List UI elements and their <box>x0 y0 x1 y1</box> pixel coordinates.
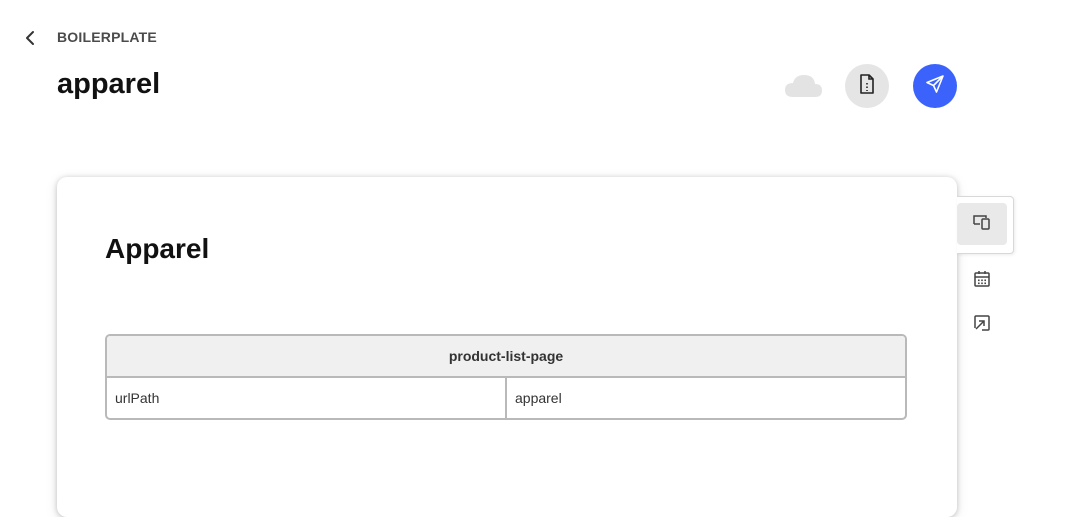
document-icon <box>858 73 876 99</box>
publish-button[interactable] <box>913 64 957 108</box>
document-editor[interactable]: Apparel product-list-page urlPath appare… <box>57 177 957 517</box>
cloud-icon <box>783 72 823 100</box>
page-title: apparel <box>57 68 161 100</box>
table-cell-key[interactable]: urlPath <box>107 378 507 418</box>
breadcrumb[interactable]: BOILERPLATE <box>57 29 157 45</box>
table-row[interactable]: urlPath apparel <box>107 378 905 418</box>
preview-button[interactable] <box>845 64 889 108</box>
calendar-icon <box>973 270 991 293</box>
document-heading[interactable]: Apparel <box>105 233 209 265</box>
calendar-button[interactable] <box>957 260 1007 302</box>
send-icon <box>925 74 945 99</box>
table-cell-value[interactable]: apparel <box>507 378 905 418</box>
back-chevron-icon[interactable] <box>22 29 40 47</box>
block-name[interactable]: product-list-page <box>107 336 905 378</box>
open-in-button[interactable] <box>957 304 1007 346</box>
open-in-icon <box>973 314 991 337</box>
preview-devices-button[interactable] <box>957 203 1007 245</box>
preview-devices-icon <box>972 213 992 236</box>
block-table[interactable]: product-list-page urlPath apparel <box>105 334 907 420</box>
